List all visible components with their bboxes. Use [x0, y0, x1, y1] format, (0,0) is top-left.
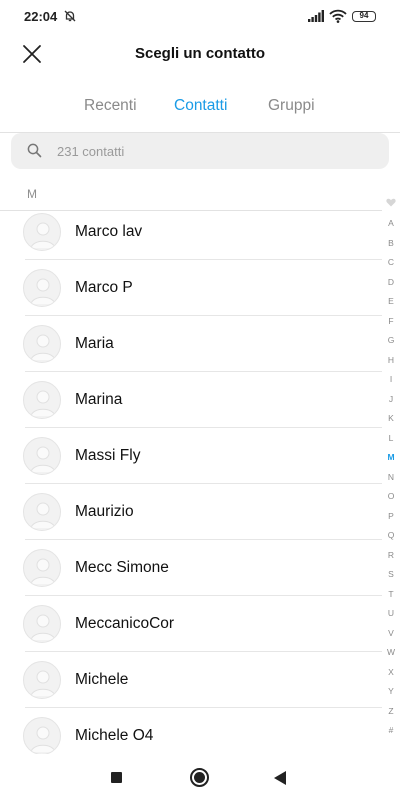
alphabet-letter-y[interactable]: Y [382, 686, 400, 696]
alphabet-letter-z[interactable]: Z [382, 706, 400, 716]
status-bar: 22:04 94 [0, 0, 400, 34]
contact-list: Marco lav Marco P Maria Marina Massi Fly… [0, 204, 382, 764]
alphabet-letter-u[interactable]: U [382, 608, 400, 618]
tab-gruppi[interactable]: Gruppi [268, 97, 315, 115]
home-circle-icon[interactable] [190, 768, 209, 787]
alphabet-letter-l[interactable]: L [382, 433, 400, 443]
recents-square-icon[interactable] [111, 772, 122, 783]
contact-row[interactable]: MeccanicoCor [0, 596, 382, 652]
dnd-bell-off-icon [64, 10, 76, 22]
avatar-placeholder-icon [23, 269, 61, 307]
tab-recenti[interactable]: Recenti [84, 97, 137, 115]
tab-bar: Recenti Contatti Gruppi [0, 90, 400, 126]
contact-name: Maria [75, 335, 114, 352]
alphabet-letter-a[interactable]: A [382, 218, 400, 228]
contact-name: Marina [75, 391, 123, 408]
contact-row[interactable]: Marco P [0, 260, 382, 316]
avatar-placeholder-icon [23, 549, 61, 587]
search-icon [27, 143, 42, 158]
search-bar[interactable] [11, 133, 389, 169]
battery-icon: 94 [352, 11, 376, 22]
alphabet-letter-o[interactable]: O [382, 491, 400, 501]
alphabet-letter-c[interactable]: C [382, 257, 400, 267]
wifi-icon [329, 9, 347, 23]
signal-icon [308, 10, 324, 22]
alphabet-letter-w[interactable]: W [382, 647, 400, 657]
avatar-placeholder-icon [23, 325, 61, 363]
alphabet-letter-v[interactable]: V [382, 628, 400, 638]
back-triangle-icon[interactable] [274, 771, 286, 785]
page-title: Scegli un contatto [134, 45, 265, 62]
avatar-placeholder-icon [23, 381, 61, 419]
contact-row[interactable]: Michele [0, 652, 382, 708]
contact-row[interactable]: Marina [0, 372, 382, 428]
avatar-placeholder-icon [23, 213, 61, 251]
alphabet-letter-q[interactable]: Q [382, 530, 400, 540]
heart-icon[interactable] [386, 198, 396, 207]
contact-name: Maurizio [75, 503, 134, 520]
search-input[interactable] [57, 133, 357, 169]
contact-row[interactable]: Massi Fly [0, 428, 382, 484]
avatar-placeholder-icon [23, 605, 61, 643]
tab-contatti[interactable]: Contatti [174, 97, 227, 115]
alphabet-letter-k[interactable]: K [382, 413, 400, 423]
alphabet-letter-f[interactable]: F [382, 316, 400, 326]
alphabet-letter-t[interactable]: T [382, 589, 400, 599]
contact-row[interactable]: Maria [0, 316, 382, 372]
navigation-bar [0, 754, 400, 800]
contact-name: MeccanicoCor [75, 615, 175, 632]
alphabet-letter-e[interactable]: E [382, 296, 400, 306]
contact-name: Michele O4 [75, 727, 154, 744]
alphabet-letter-i[interactable]: I [382, 374, 400, 384]
contact-name: Massi Fly [75, 447, 141, 464]
contact-row[interactable]: Mecc Simone [0, 540, 382, 596]
alphabet-letter-h[interactable]: H [382, 355, 400, 365]
avatar-placeholder-icon [23, 661, 61, 699]
section-letter: M [27, 187, 37, 201]
contact-name: Marco P [75, 279, 133, 296]
contact-name: Michele [75, 671, 129, 688]
alphabet-letter-r[interactable]: R [382, 550, 400, 560]
avatar-placeholder-icon [23, 493, 61, 531]
contact-row[interactable]: Marco lav [0, 204, 382, 260]
alphabet-letter-s[interactable]: S [382, 569, 400, 579]
alphabet-letter-g[interactable]: G [382, 335, 400, 345]
contact-name: Mecc Simone [75, 559, 169, 576]
avatar-placeholder-icon [23, 717, 61, 755]
alphabet-letter-d[interactable]: D [382, 277, 400, 287]
alphabet-letter-j[interactable]: J [382, 394, 400, 404]
status-time: 22:04 [24, 9, 58, 24]
contact-row[interactable]: Maurizio [0, 484, 382, 540]
header: Scegli un contatto [0, 34, 400, 74]
avatar-placeholder-icon [23, 437, 61, 475]
alphabet-letter-x[interactable]: X [382, 667, 400, 677]
alphabet-letter-n[interactable]: N [382, 472, 400, 482]
alphabet-letter-hash[interactable]: # [382, 725, 400, 735]
contact-name: Marco lav [75, 223, 143, 240]
alphabet-letter-b[interactable]: B [382, 238, 400, 248]
alphabet-letter-m[interactable]: M [382, 452, 400, 462]
alphabet-letter-p[interactable]: P [382, 511, 400, 521]
